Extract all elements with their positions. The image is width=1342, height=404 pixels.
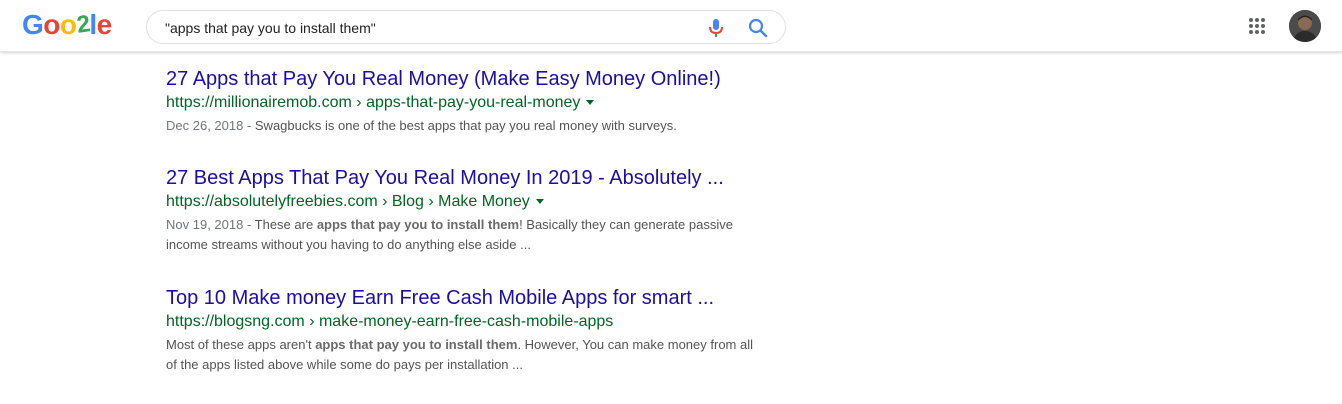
result-url-text[interactable]: https://millionairemob.com › apps-that-p… bbox=[166, 94, 580, 111]
result-url: https://absolutelyfreebies.com › Blog › … bbox=[166, 191, 766, 213]
snippet-text: Most of these apps aren't bbox=[166, 337, 316, 352]
snippet-bold: apps that pay you to install them bbox=[315, 337, 518, 352]
microphone-icon[interactable] bbox=[707, 18, 725, 38]
apps-grid-icon[interactable] bbox=[1248, 17, 1266, 35]
search-result: 27 Apps that Pay You Real Money (Make Ea… bbox=[166, 66, 766, 136]
result-title-link[interactable]: 27 Best Apps That Pay You Real Money In … bbox=[166, 165, 766, 191]
snippet-text: Swagbucks is one of the best apps that p… bbox=[254, 118, 677, 133]
logo-letter-e: e bbox=[96, 9, 113, 40]
search-box bbox=[146, 10, 786, 44]
result-url: https://millionairemob.com › apps-that-p… bbox=[166, 92, 766, 114]
logo-letter-g: G bbox=[22, 9, 44, 40]
result-title-link[interactable]: Top 10 Make money Earn Free Cash Mobile … bbox=[166, 285, 766, 311]
search-result: 27 Best Apps That Pay You Real Money In … bbox=[166, 165, 766, 255]
result-url-text[interactable]: https://blogsng.com › make-money-earn-fr… bbox=[166, 313, 613, 330]
avatar[interactable] bbox=[1289, 10, 1321, 42]
caret-down-icon[interactable] bbox=[586, 100, 595, 106]
logo-letter-o2: o bbox=[59, 9, 77, 40]
result-snippet: Nov 19, 2018 - These are apps that pay y… bbox=[166, 215, 766, 255]
result-title-link[interactable]: 27 Apps that Pay You Real Money (Make Ea… bbox=[166, 66, 766, 92]
result-url-text[interactable]: https://absolutelyfreebies.com › Blog › … bbox=[166, 193, 530, 210]
result-date: Nov 19, 2018 - bbox=[166, 217, 255, 232]
snippet-text: These are bbox=[254, 217, 317, 232]
result-snippet: Most of these apps aren't apps that pay … bbox=[166, 335, 766, 375]
logo-letter-o1: o bbox=[43, 9, 60, 40]
search-input[interactable] bbox=[165, 18, 685, 38]
header-bar: G o o 2 l e bbox=[0, 0, 1342, 52]
google-logo[interactable]: G o o 2 l e bbox=[22, 8, 112, 42]
result-date: Dec 26, 2018 - bbox=[166, 118, 255, 133]
result-url: https://blogsng.com › make-money-earn-fr… bbox=[166, 311, 766, 333]
snippet-bold: apps that pay you to install them bbox=[316, 217, 520, 232]
caret-down-icon[interactable] bbox=[535, 199, 544, 205]
search-icon[interactable] bbox=[747, 17, 769, 39]
search-result: Top 10 Make money Earn Free Cash Mobile … bbox=[166, 285, 766, 375]
result-snippet: Dec 26, 2018 - Swagbucks is one of the b… bbox=[166, 116, 766, 136]
